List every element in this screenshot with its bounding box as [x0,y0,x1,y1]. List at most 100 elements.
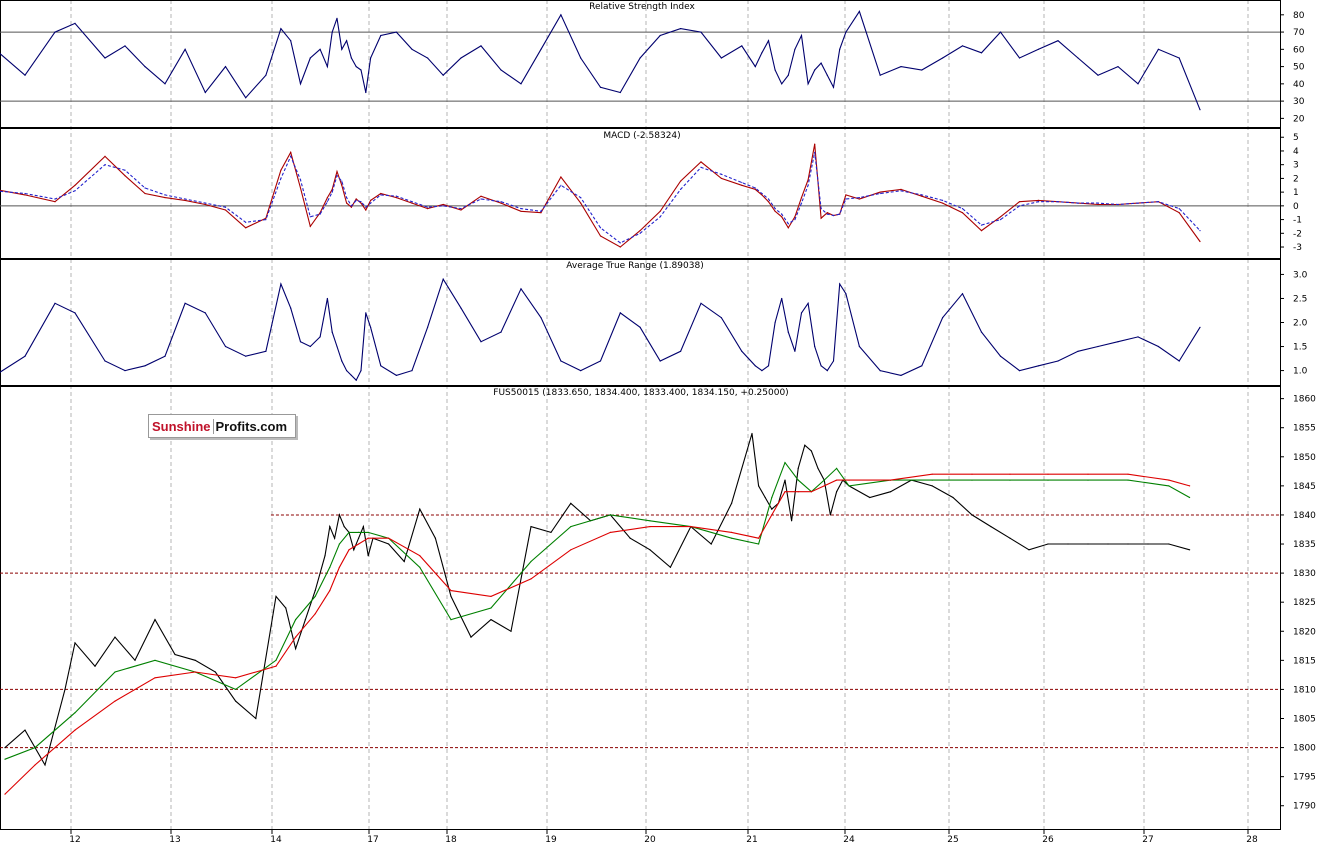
y-tick-label: 2.0 [1293,319,1308,329]
rsi-series-0-point [319,48,321,50]
price-series-1-point [114,671,116,673]
macd-series-1-point [346,197,348,199]
macd-series-0-point [54,201,56,203]
price-series-0-point [669,566,672,568]
price-series-1-point [931,479,933,481]
y-tick-label: 1 [1293,188,1299,198]
price-series-0-point [134,659,136,661]
rsi-series-0-point [427,57,429,59]
rsi-series-0-point [309,57,311,59]
macd-series-1-point [124,169,126,171]
price-series-0-point [403,560,405,563]
price-series-1-point [1168,485,1170,487]
rsi-series-0-point [900,66,902,68]
price-series-0-point [194,659,196,661]
price-series-2-point [235,677,237,679]
rsi-series-0-point [540,48,542,50]
macd-series-0-point [204,203,206,206]
price-series-0-point [510,630,512,632]
atr-series-0-point [807,302,809,304]
price-series-1-point [4,758,6,760]
atr-series-0-point [700,302,702,304]
macd-series-0-point [961,212,964,214]
macd-series-0-point [184,199,186,201]
atr-series-0-point [1097,345,1099,348]
rsi-series-0-point [265,74,267,76]
rsi-series-0-point [54,31,56,33]
macd-series-0-point [124,175,126,177]
rsi-series-0-point [921,69,923,71]
y-tick-label: 1840 [1293,511,1316,521]
price-series-0-point [114,636,116,638]
price-series-2-point [329,590,331,592]
macd-series-1-point [1077,202,1079,204]
rsi-series-0-point [360,69,362,71]
macd-series-0-point [560,176,562,178]
macd-series-0-point [659,210,661,212]
atr-series-0-point [224,345,227,348]
price-series-0-point [1127,543,1129,545]
macd-series-1-point [1057,201,1059,203]
macd-series-1-point [500,201,502,203]
atr-series-0-point [204,312,206,314]
macd-series-0-point [245,227,247,229]
rsi-series-0-point [245,97,247,99]
rsi-series-0-point [124,45,126,47]
macd-series-0-point [299,187,302,189]
atr-series-0-point [355,379,357,381]
price-series-1-point [450,619,452,621]
price-series-0-point [1067,543,1069,545]
y-tick-label: 30 [1293,97,1305,107]
price-series-1-point [490,607,492,609]
atr-series-0-point [1137,336,1139,338]
price-series-1-point [971,479,973,481]
macd-series-1-point [900,190,902,192]
macd-series-1-point [1157,201,1159,203]
atr-series-0-point [380,365,382,367]
rsi-series-0-point [832,86,835,88]
price-series-2-point [731,531,733,534]
x-tick-label: 28 [1246,835,1258,844]
macd-series-0-point [370,199,372,201]
y-tick-label: 2.5 [1293,294,1307,304]
price-series-2-point [848,479,850,481]
macd-series-0-point [700,161,702,163]
y-tick-label: 1845 [1293,482,1316,492]
price-series-0-point [836,491,838,493]
y-tick-label: 60 [1293,45,1305,55]
rsi-series-0-point [980,52,983,54]
macd-series-0-point [500,202,502,204]
price-series-2-point [338,566,340,568]
rsi-series-0-point [826,74,828,76]
macd-series-0-point [787,227,789,229]
price-series-0-point [758,485,760,487]
price-series-2-point [1189,485,1191,487]
rsi-series-0-point [774,69,776,71]
atr-series-0-point [639,326,641,328]
rsi-series-0-point [800,34,803,37]
macd-series-0-point [879,191,881,193]
y-tick-label: 5 [1293,133,1299,143]
rsi-series-0-point [280,28,282,30]
price-series-2-point [358,543,360,545]
macd-series-0-point [540,212,542,214]
price-series-1-point [367,531,369,534]
price-series-2-point [690,526,692,528]
atr-series-0-point [680,350,682,352]
rsi-series-0-point [781,83,783,85]
price-series-2-point [771,514,773,516]
atr-series-0-point [826,370,828,372]
macd-series-1-point [309,216,311,218]
price-series-0-point [710,543,712,545]
price-series-0-point [24,729,26,731]
price-series-0-point [74,642,76,644]
rsi-series-0-point [460,57,462,59]
rsi-series-0-point [700,31,702,33]
atr-series-0-point [961,293,964,295]
price-series-0-point [367,555,369,557]
price-series-0-point [64,688,66,691]
price-series-0-point [329,526,331,528]
rsi-series-0-point [999,31,1002,33]
price-series-1-point [338,543,340,545]
price-series-1-point [329,566,331,568]
